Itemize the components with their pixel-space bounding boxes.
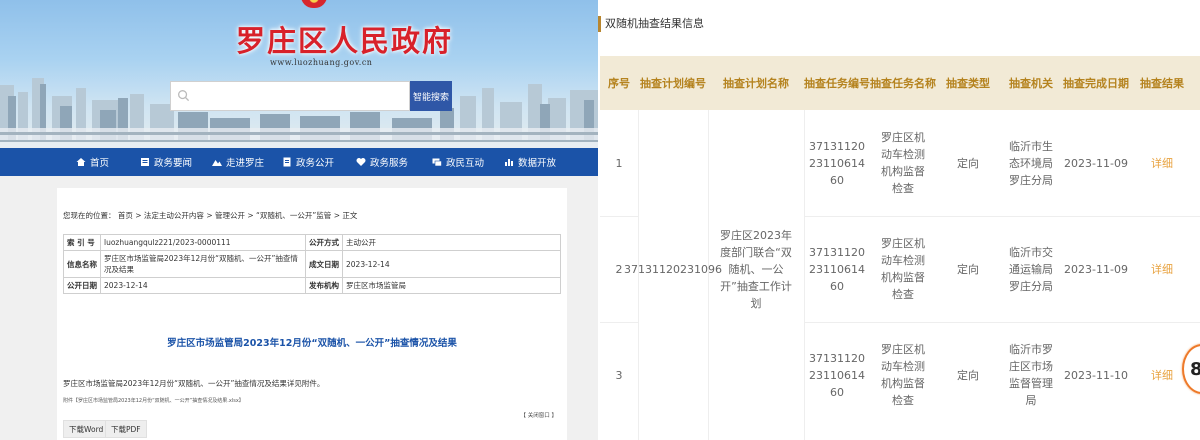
mountain-icon: [212, 160, 222, 166]
smart-search-button[interactable]: 智能搜索: [410, 81, 452, 111]
search-input[interactable]: [195, 86, 405, 106]
row-number: 2: [615, 262, 623, 276]
row-number: 3: [615, 368, 623, 382]
document-title: 罗庄区市场监管局2023年12月份“双随机、一公开”抽查情况及结果: [167, 338, 457, 349]
download-word-button[interactable]: 下载Word: [63, 420, 110, 438]
search-box: [170, 81, 410, 111]
gov-site-pane: 罗庄区人民政府 www.luozhuang.gov.cn 智能搜索 首页 政务要…: [0, 0, 598, 440]
meta-label: 索 引 号: [63, 234, 101, 251]
col-header: 抽查计划名称: [723, 77, 789, 90]
task-code-cell: 371311202311061460: [809, 139, 865, 187]
col-header: 抽查任务名称: [870, 77, 936, 90]
main-nav: 首页 政务要闻 走进罗庄 政务公开 政务服务 政民互动 数据开放: [0, 148, 598, 176]
document-meta-table: 索 引 号 luozhuangqulz221/2023-0000111 公开方式…: [63, 234, 561, 294]
breadcrumb: 您现在的位置： 首页 > 法定主动公开内容 > 管理公开 > “双随机、一公开”…: [63, 211, 358, 220]
meta-label: 成文日期: [305, 250, 343, 278]
type-cell: 定向: [957, 368, 979, 382]
screenshot-root: 罗庄区人民政府 www.luozhuang.gov.cn 智能搜索 首页 政务要…: [0, 0, 1200, 440]
col-header: 抽查任务编号: [804, 77, 870, 90]
nav-item-services[interactable]: 政务服务: [356, 148, 408, 176]
date-cell: 2023-11-09: [1064, 262, 1128, 276]
meta-value: 主动公开: [342, 234, 561, 251]
date-cell: 2023-11-10: [1064, 368, 1128, 382]
nav-label: 数据开放: [518, 158, 557, 169]
table-header: 序号 抽查计划编号 抽查计划名称 抽查任务编号 抽查任务名称 抽查类型 抽查机关…: [600, 56, 1200, 110]
task-code-cell: 371311202311061460: [809, 245, 865, 293]
site-title: 罗庄区人民政府: [236, 24, 454, 58]
col-header: 抽查完成日期: [1063, 77, 1129, 90]
document-icon: [283, 157, 291, 167]
nav-label: 政务公开: [296, 158, 335, 169]
home-icon: [76, 158, 86, 166]
meta-value: 罗庄区市场监管局2023年12月份“双随机、一公开”抽查情况及结果: [100, 250, 306, 278]
col-header: 抽查计划编号: [640, 77, 706, 90]
meta-label: 发布机构: [305, 277, 343, 294]
attachment-link[interactable]: 附件【罗庄区市场监管局2023年12月份“双随机、一公开”抽查情况及结果.xls…: [63, 397, 244, 404]
plan-name-cell: 罗庄区2023年度部门联合“双随机、一公开”抽查工作计划: [720, 228, 792, 310]
chat-icon: [432, 158, 442, 167]
meta-value: luozhuangqulz221/2023-0000111: [100, 234, 306, 251]
detail-link[interactable]: 详细: [1130, 216, 1194, 322]
nav-label: 走进罗庄: [226, 158, 265, 169]
org-cell: 临沂市生态环境局罗庄分局: [1009, 139, 1053, 187]
type-cell: 定向: [957, 156, 979, 170]
meta-value: 2023-12-14: [100, 277, 306, 294]
nav-item-home[interactable]: 首页: [76, 148, 109, 176]
plan-code-cell: 37131120231096: [624, 262, 722, 276]
meta-label: 公开日期: [63, 277, 101, 294]
nav-item-open-data[interactable]: 数据开放: [504, 148, 556, 176]
site-url: www.luozhuang.gov.cn: [270, 58, 373, 67]
heart-icon: [356, 158, 366, 166]
bar-chart-icon: [505, 159, 513, 166]
news-icon: [141, 158, 149, 166]
download-pdf-button[interactable]: 下载PDF: [105, 420, 147, 438]
type-cell: 定向: [957, 262, 979, 276]
col-header: 抽查类型: [946, 77, 990, 90]
meta-label: 信息名称: [63, 250, 101, 278]
badge-text: 87: [1190, 358, 1200, 380]
article-card: 您现在的位置： 首页 > 法定主动公开内容 > 管理公开 > “双随机、一公开”…: [57, 188, 567, 440]
nav-label: 政民互动: [446, 158, 485, 169]
search-icon: [178, 90, 190, 102]
col-header: 抽查结果: [1140, 77, 1184, 90]
nav-item-news[interactable]: 政务要闻: [140, 148, 192, 176]
detail-link[interactable]: 详细: [1130, 110, 1194, 216]
nav-item-gov-affairs[interactable]: 政务公开: [282, 148, 334, 176]
row-number: 1: [615, 156, 623, 170]
col-header: 抽查机关: [1009, 77, 1053, 90]
org-cell: 临沂市罗庄区市场监督管理局: [1009, 343, 1053, 407]
nav-label: 政务要闻: [154, 158, 193, 169]
close-window-link[interactable]: 【 关闭窗口 】: [521, 411, 558, 419]
date-cell: 2023-11-09: [1064, 156, 1128, 170]
task-name-cell: 罗庄区机动车检测机构监督检查: [881, 237, 925, 301]
nav-label: 政务服务: [370, 158, 409, 169]
nav-item-about[interactable]: 走进罗庄: [212, 148, 264, 176]
meta-label: 公开方式: [305, 234, 343, 251]
org-cell: 临沂市交通运输局罗庄分局: [1009, 245, 1053, 293]
nav-item-interaction[interactable]: 政民互动: [432, 148, 484, 176]
nav-label: 首页: [90, 158, 110, 169]
section-title: 双随机抽查结果信息: [598, 16, 704, 32]
site-banner: 罗庄区人民政府 www.luozhuang.gov.cn 智能搜索: [0, 0, 598, 148]
task-name-cell: 罗庄区机动车检测机构监督检查: [881, 343, 925, 407]
document-body: 罗庄区市场监管局2023年12月份“双随机、一公开”抽查情况及结果详见附件。: [63, 379, 325, 388]
meta-value: 罗庄区市场监管局: [342, 277, 561, 294]
col-header: 序号: [608, 77, 630, 90]
task-name-cell: 罗庄区机动车检测机构监督检查: [881, 131, 925, 195]
inspection-results-pane: 双随机抽查结果信息 序号 抽查计划编号 抽查计划名称 抽查任务编号 抽查任务名称…: [598, 0, 1200, 440]
task-code-cell: 371311202311061460: [809, 351, 865, 399]
meta-value: 2023-12-14: [342, 250, 561, 278]
